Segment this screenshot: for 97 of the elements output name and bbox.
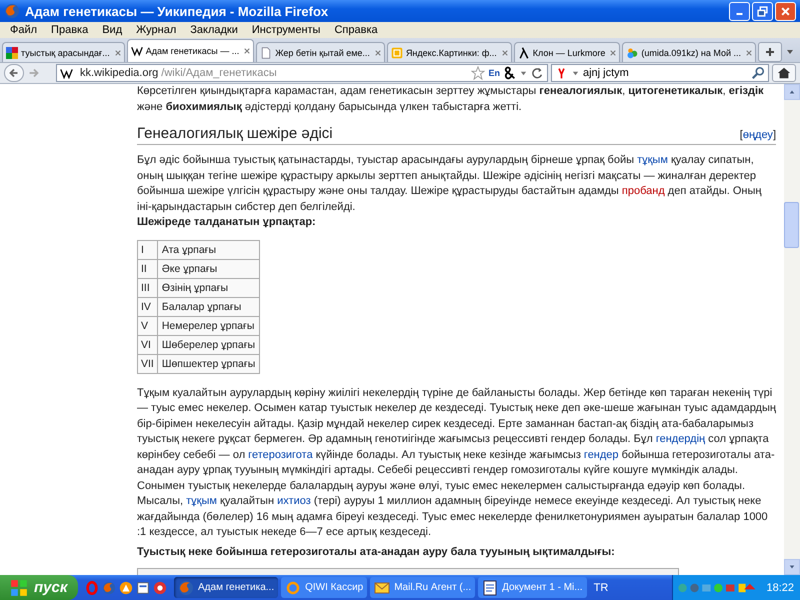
- clock: 18:22: [766, 582, 794, 594]
- menu-item[interactable]: Вид: [95, 24, 130, 36]
- windows-flag-icon: [10, 578, 28, 596]
- bracket-text: ]: [772, 129, 776, 141]
- close-icon[interactable]: [244, 48, 250, 54]
- browser-tab[interactable]: (umida.091kz) на Мой ...: [622, 42, 756, 62]
- table-cell: VI: [138, 335, 158, 354]
- subheading: Шежіреде талданатын ұрпақтар:: [137, 215, 317, 230]
- link[interactable]: тұқым: [186, 495, 217, 507]
- taskbar-button[interactable]: Документ 1 - Mi...: [478, 577, 587, 598]
- ring-icon: [285, 580, 302, 596]
- browser-logo-icon: [4, 3, 20, 19]
- close-icon[interactable]: [610, 50, 616, 56]
- scroll-down-icon[interactable]: [789, 564, 795, 570]
- table-cell: III: [138, 278, 158, 297]
- table-cell: VII: [138, 354, 158, 373]
- w-letter-icon: [60, 66, 73, 80]
- link[interactable]: гендер: [584, 448, 619, 460]
- ampersand-icon[interactable]: [503, 66, 517, 80]
- new-tab-button[interactable]: [758, 42, 782, 62]
- table-cell: Шөберелер ұрпағы: [157, 335, 260, 354]
- square-icon: [390, 46, 403, 58]
- home-icon: [777, 66, 791, 80]
- envelope-icon: [374, 580, 390, 596]
- table-cell: Ата ұрпағы: [157, 240, 260, 259]
- scrollbar[interactable]: [784, 84, 800, 575]
- people-icon: [626, 46, 638, 58]
- menu-item[interactable]: Справка: [327, 24, 385, 36]
- browser-tab[interactable]: Яндекс.Картинки: ф...: [386, 42, 512, 62]
- page-icon: [260, 46, 272, 58]
- close-icon[interactable]: [374, 50, 381, 56]
- table-cell: Әке ұрпағы: [157, 259, 260, 278]
- close-button[interactable]: [775, 2, 796, 20]
- menu-item[interactable]: Правка: [44, 24, 96, 36]
- close-icon[interactable]: [746, 50, 752, 56]
- lambda-icon: [518, 46, 530, 58]
- browser-logo-icon: [178, 580, 194, 596]
- taskbar-button[interactable]: Адам генетика...: [174, 577, 278, 598]
- w-letter-icon: [130, 45, 143, 57]
- star-icon[interactable]: [471, 66, 486, 80]
- close-icon[interactable]: [114, 50, 121, 56]
- search-icon[interactable]: [751, 66, 765, 80]
- multicolor-g-icon: [6, 46, 18, 58]
- menu-item[interactable]: Закладки: [183, 24, 245, 36]
- language-indicator[interactable]: TR: [590, 582, 612, 594]
- link[interactable]: гетерозигота: [248, 448, 313, 460]
- table-cell: I: [138, 240, 158, 259]
- search-field[interactable]: ajnj jctym: [551, 64, 769, 82]
- table-cell: IV: [138, 297, 158, 316]
- taskbar-button[interactable]: QIWI Кассир: [281, 577, 368, 598]
- table-cell: II: [138, 259, 158, 278]
- taskbar-button[interactable]: Mail.Ru Агент (...: [370, 577, 476, 598]
- address-bar[interactable]: kk.wikipedia.org /wiki/Адам_генетикасы En: [56, 64, 548, 82]
- browser-tab[interactable]: туыстық арасындағ...: [2, 42, 125, 62]
- link[interactable]: ихтиоз: [277, 495, 311, 507]
- article-paragraph: Бұл әдіс бойынша туыстық қатынастарды, туыстар арасындағы аурулардың бірнеше ұрпақ бойы тұқым қуалау сипатын, оның шыққан тегіне шежіре құрастыру аркылы зерттеп анықтайды. Шежіре әдісінің негізгі мақсаты — жиналған деректер бойынша шежіре үлгісін құрастыру және оны талдау. Шежіре құрастыруды бастайтын адамды пробанд деп атайды. Оның іні-қарындастарын сибстер деп белгілейді.: [137, 153, 762, 214]
- menu-item[interactable]: Журнал: [129, 24, 184, 36]
- link[interactable]: пробанд: [622, 185, 665, 197]
- table-cell: Шөпшектер ұрпағы: [157, 354, 260, 373]
- table-cell: V: [138, 316, 158, 335]
- browser-tab[interactable]: Клон — Lurkmore: [514, 42, 620, 62]
- close-icon: [779, 6, 792, 16]
- addon-label[interactable]: En: [488, 68, 500, 78]
- document-icon: [482, 580, 498, 596]
- scrollbar-thumb[interactable]: [784, 202, 799, 248]
- maximize-button[interactable]: [752, 2, 773, 20]
- back-button[interactable]: [4, 64, 24, 82]
- edit-link[interactable]: өңдеу: [742, 129, 773, 141]
- table-cell: Балалар ұрпағы: [157, 297, 260, 316]
- dropdown-caret-icon[interactable]: [520, 70, 527, 76]
- minimize-icon: [736, 12, 743, 14]
- round-icon[interactable]: [153, 580, 167, 594]
- window-title: Адам генетикасы — Уикипедия - Mozilla Firefox: [25, 4, 330, 18]
- menu-item[interactable]: Файл: [3, 24, 44, 36]
- link[interactable]: тұқым: [637, 154, 668, 166]
- start-button[interactable]: пуск: [0, 575, 78, 600]
- home-button[interactable]: [772, 64, 796, 82]
- reload-icon[interactable]: [530, 66, 544, 80]
- dropdown-caret-icon[interactable]: [572, 70, 579, 76]
- table-cell: Өзінің ұрпағы: [157, 278, 260, 297]
- scroll-up-icon[interactable]: [789, 89, 795, 95]
- browser-tab[interactable]: Жер бетін қытай еме...: [256, 42, 385, 62]
- dropdown-caret-icon[interactable]: [786, 48, 794, 56]
- close-icon[interactable]: [502, 50, 508, 56]
- browser-tab[interactable]: Адам генетикасы — ...: [126, 39, 254, 62]
- menu-item[interactable]: Инструменты: [244, 24, 328, 36]
- link[interactable]: гендердің: [656, 433, 706, 445]
- minimize-button[interactable]: [729, 2, 750, 20]
- table-cell: Немерелер ұрпағы: [157, 316, 260, 335]
- bracket-text: [: [740, 129, 743, 141]
- subheading: Туыстық неке бойынша гетерозиготалы ата-анадан ауру бала тууының ықтималдығы:: [137, 544, 616, 560]
- document-icon[interactable]: [136, 580, 150, 594]
- article-paragraph: Тұқым куалайтын аурулардың көріну жиілігі некелердің түріне де байланысты болады. Жер бетінде көп тараған некенің түрі — туыс емес некелер. Осымен катар туыстык некелер де кездеседі. Туыстық неке деп әке-шеше жағынан туыс адамдардың бір-бірімен некелесуін айтады. Қазір мұндай некелер сирек кездеседі. Ерте заманнан бастап-ақ біздің ата-бабаларымыз туыстық некеге рұқсат бермеген. Әр адамның генотиігінде жағымсыз рецессивті гендер болады. Бұл гендердің сол ұрпақта көрінбеу себебі — ол гетерозигота күйінде болады. Ал туыстық неке кезінде жағымсыз гендер бойынша гетерозиготалы ата-анадан ауру ұрпақ тууының мүмкіндігі артады. Себебі рецессивті гендер гомозиготалы күйге кошуге мүмкіндік алады. Сонымен туыстық некелерде балалардың ауруы және өлуі, туыс емес некелермен салыстырғанда едәуір көп болады. Мысалы, тұқым қуалайтын ихтиоз (тері) ауруы 1 миллион адамның біреуінде немесе екеуінде кездеседі. Ал туыстық неке жағдайында (бөлелер) 16 мың адамға біреуі кездеседі. Туыс емес некелерде фенилкетонуриямен ауыратын балалар 1000 :1 кездессе, ал туыстык некеде 6—7 есе артық кездеседі.: [137, 386, 776, 540]
- section-heading: Генеалогиялық шежіре әдісі: [137, 125, 334, 142]
- plus-icon: [763, 47, 777, 57]
- article-paragraph: Көрсетілген қиындықтарға карамастан, адам генетикасын зерттеу жұмыстары генеалогиялык, цитогенетикалык, егіздік және биохимиялық әдістерді қолдану барысында үлкен табыстарға жетті.: [137, 84, 765, 114]
- restore-icon: [756, 6, 769, 16]
